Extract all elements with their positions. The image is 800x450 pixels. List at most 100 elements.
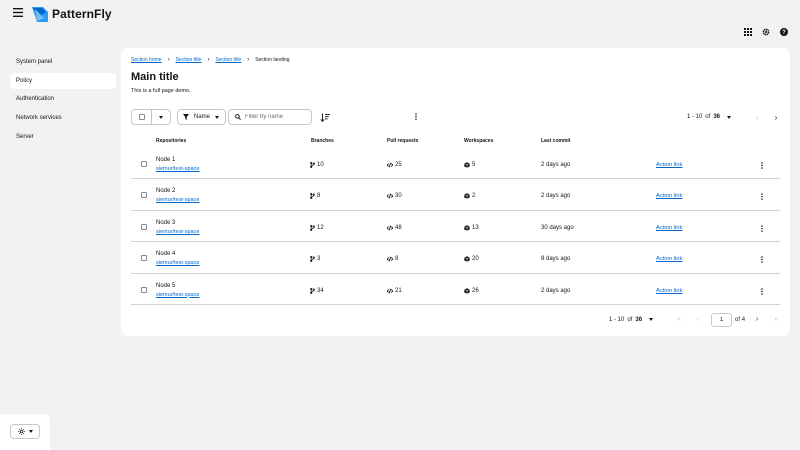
settings-gear-icon[interactable] — [761, 27, 770, 36]
bulk-select-checkbox[interactable] — [139, 114, 145, 120]
sidebar-item-authentication[interactable]: Authentication — [10, 91, 116, 107]
row-checkbox[interactable] — [141, 255, 147, 262]
sidebar-item-policy[interactable]: Policy — [10, 73, 116, 89]
kebab-menu-icon[interactable] — [758, 255, 766, 264]
kebab-menu-icon[interactable] — [758, 192, 766, 201]
breadcrumb-link[interactable]: Section title — [215, 57, 241, 63]
theme-toggle-area — [0, 414, 50, 450]
sun-icon — [17, 428, 25, 435]
action-link[interactable]: Action link — [656, 288, 682, 294]
breadcrumb-link[interactable]: Section home — [131, 57, 162, 63]
branches-cell: 34 — [310, 287, 324, 294]
sidebar-item-server[interactable]: Server — [10, 129, 116, 145]
chevron-down-icon — [28, 430, 33, 433]
repo-link[interactable]: siemur/test-space — [156, 166, 199, 172]
cube-icon — [464, 287, 470, 294]
kebab-menu-icon[interactable] — [412, 112, 420, 121]
cube-icon — [464, 193, 470, 200]
help-icon[interactable]: ? — [779, 27, 788, 36]
chevron-down-icon[interactable] — [159, 115, 163, 119]
first-page-button[interactable]: « — [673, 314, 685, 326]
workspaces-value: 26 — [472, 287, 479, 294]
pager-total: 36 — [635, 316, 643, 323]
pull-requests-value: 25 — [395, 162, 402, 168]
page-number-input[interactable] — [711, 312, 733, 327]
bulk-select[interactable] — [131, 109, 171, 125]
repo-link[interactable]: siemur/test-space — [156, 229, 199, 235]
action-link[interactable]: Action link — [656, 225, 682, 231]
next-page-button[interactable]: › — [751, 314, 763, 326]
last-page-button[interactable]: » — [770, 314, 782, 326]
repositories-table: Repositories Branches Pull requests Work… — [131, 136, 780, 305]
workspaces-cell: 5 — [464, 162, 475, 168]
next-page-button[interactable]: › — [770, 111, 782, 123]
repo-link[interactable]: siemur/test-space — [156, 292, 199, 298]
kebab-menu-icon[interactable] — [758, 287, 766, 296]
code-branch-icon — [310, 224, 315, 231]
theme-toggle-button[interactable] — [10, 424, 40, 439]
code-icon — [387, 225, 393, 231]
page-count: of 4 — [735, 316, 746, 323]
menu-icon[interactable] — [12, 8, 24, 20]
table-row: Node 3 siemur/test-space 12 48 13 30 day… — [131, 211, 780, 243]
row-checkbox[interactable] — [141, 192, 147, 199]
pull-requests-cell: 25 — [387, 162, 402, 168]
breadcrumb-link[interactable]: Section title — [176, 57, 202, 63]
table-row: Node 2 siemur/test-space 8 30 2 2 days a… — [131, 179, 780, 211]
pull-requests-value: 30 — [395, 193, 402, 200]
row-checkbox[interactable] — [141, 161, 147, 167]
workspaces-value: 13 — [472, 224, 479, 231]
brand-logo[interactable]: PatternFly — [32, 6, 112, 22]
sidebar-item-system-panel[interactable]: System panel — [10, 54, 116, 70]
search-box[interactable] — [228, 109, 312, 125]
column-header-repositories[interactable]: Repositories — [156, 138, 186, 144]
repo-link[interactable]: siemur/test-space — [156, 197, 199, 203]
last-commit-value: 2 days ago — [541, 287, 571, 294]
branches-value: 8 — [317, 193, 321, 200]
brand-name: PatternFly — [52, 7, 112, 21]
per-page-toggle[interactable]: 1 - 10 of 36 — [687, 114, 731, 120]
previous-page-button[interactable]: ‹ — [751, 111, 763, 123]
sort-icon[interactable] — [320, 113, 330, 122]
sidebar-item-label: Policy — [16, 78, 33, 84]
action-link[interactable]: Action link — [656, 256, 682, 262]
kebab-menu-icon[interactable] — [758, 224, 766, 233]
action-link[interactable]: Action link — [656, 162, 682, 168]
column-header-branches[interactable]: Branches — [311, 138, 334, 144]
cube-icon — [464, 256, 470, 262]
column-header-pull-requests[interactable]: Pull requests — [387, 138, 418, 144]
attribute-filter-select[interactable]: Name — [177, 109, 226, 125]
column-header-workspaces[interactable]: Workspaces — [464, 138, 493, 144]
pull-requests-cell: 48 — [387, 225, 402, 231]
chevron-down-icon — [727, 115, 731, 119]
row-checkbox[interactable] — [141, 223, 147, 230]
page-title: Main title — [131, 71, 179, 83]
repo-name: Node 4 — [156, 251, 176, 258]
sidebar-item-label: Network services — [16, 115, 62, 121]
per-page-toggle[interactable]: 1 - 10 of 36 — [609, 316, 654, 323]
kebab-menu-icon[interactable] — [758, 161, 766, 170]
top-pagination: 1 - 10 of 36 ‹ › — [687, 109, 782, 125]
pager-range: 1 - 10 — [686, 114, 703, 120]
workspaces-value: 20 — [472, 256, 479, 263]
table-row: Node 4 siemur/test-space 3 8 20 8 days a… — [131, 242, 780, 274]
repo-link[interactable]: siemur/test-space — [156, 260, 199, 266]
sidebar-item-network-services[interactable]: Network services — [10, 110, 116, 126]
column-header-last-commit[interactable]: Last commit — [541, 138, 570, 144]
branches-cell: 12 — [310, 224, 324, 231]
row-checkbox[interactable] — [141, 286, 147, 293]
cube-icon — [464, 162, 470, 168]
workspaces-value: 2 — [472, 193, 476, 200]
pull-requests-cell: 30 — [387, 193, 402, 199]
action-link[interactable]: Action link — [656, 193, 682, 199]
patternfly-logo-icon — [32, 7, 48, 22]
code-branch-icon — [310, 162, 315, 168]
search-input[interactable] — [245, 114, 309, 120]
apps-grid-icon[interactable] — [743, 27, 752, 36]
search-icon — [235, 114, 241, 120]
branches-value: 12 — [317, 224, 324, 231]
last-commit-value: 2 days ago — [541, 162, 571, 168]
previous-page-button[interactable]: ‹ — [692, 314, 704, 326]
breadcrumb: Section home › Section title › Section t… — [131, 57, 290, 63]
workspaces-cell: 26 — [464, 288, 479, 294]
